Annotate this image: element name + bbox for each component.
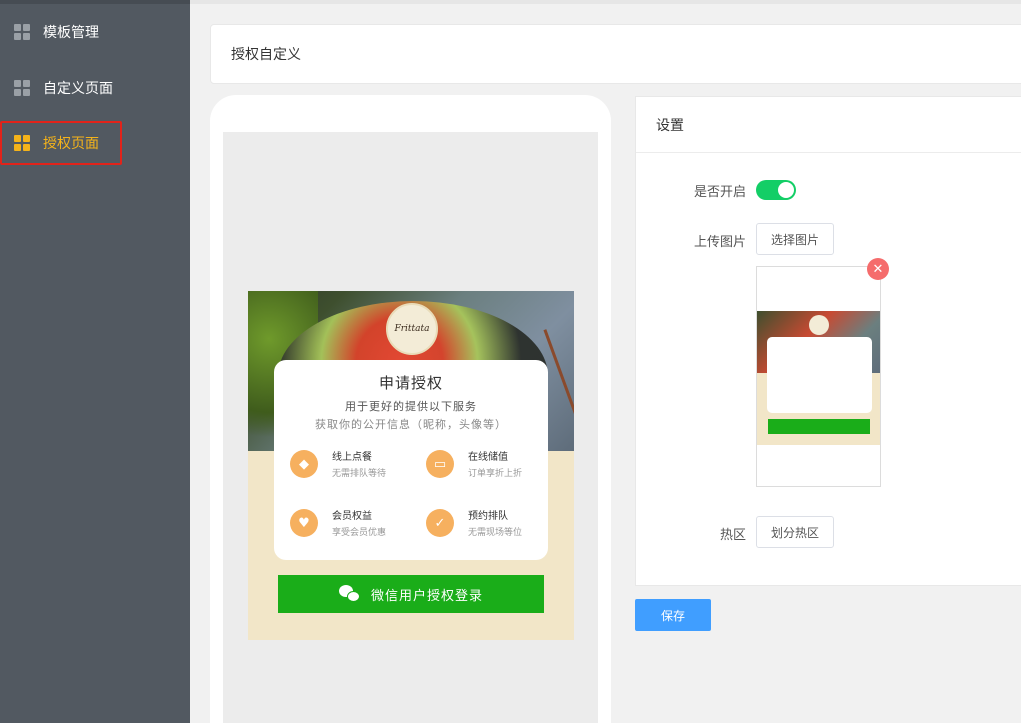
feature-desc: 订单享折上折 xyxy=(468,469,523,479)
brand-logo-text: Frittata xyxy=(394,324,430,334)
auth-card-title: 申请授权 xyxy=(378,374,443,392)
grid-icon xyxy=(14,24,30,40)
auth-poster-preview: Frittata 申请授权 用于更好的提供以下服务 获取你的公开信息（昵称，头像… xyxy=(248,291,574,640)
wechat-icon xyxy=(338,585,361,603)
feature-online-topup: ▭ 在线储值 订单享折上折 xyxy=(426,448,556,488)
remove-image-close-icon[interactable]: ✕ xyxy=(867,258,889,280)
feature-reservation: ✓ 预约排队 无需现场等位 xyxy=(426,507,556,547)
feature-title: 线上点餐 xyxy=(332,452,372,463)
thumbnail-logo xyxy=(809,315,829,335)
divide-hotzone-button[interactable]: 划分热区 xyxy=(756,516,835,548)
page-title: 授权自定义 xyxy=(231,47,301,63)
sidebar: 模板管理 自定义页面 授权页面 xyxy=(0,0,190,723)
feature-member-benefits: ♥ 会员权益 享受会员优惠 xyxy=(290,507,420,547)
thumbnail-wechat-button xyxy=(768,419,870,434)
sidebar-item-label: 授权页面 xyxy=(43,136,99,152)
sidebar-item-auth-page[interactable]: 授权页面 xyxy=(0,121,122,165)
uploaded-image-thumbnail xyxy=(756,266,881,487)
page-title-card: 授权自定义 xyxy=(210,24,1021,84)
grid-icon xyxy=(14,135,30,151)
top-strip xyxy=(190,0,1021,4)
grid-icon xyxy=(14,80,30,96)
sidebar-item-label: 自定义页面 xyxy=(43,81,113,97)
auth-card: 申请授权 用于更好的提供以下服务 获取你的公开信息（昵称，头像等） ◆ 线上点餐… xyxy=(274,360,548,560)
choose-image-button[interactable]: 选择图片 xyxy=(756,223,835,255)
feature-desc: 享受会员优惠 xyxy=(332,528,387,538)
brand-logo: Frittata xyxy=(386,303,438,355)
feature-online-order: ◆ 线上点餐 无需排队等待 xyxy=(290,448,420,488)
settings-panel: 设置 是否开启 上传图片 选择图片 ✕ 热区 划分热区 xyxy=(635,96,1021,586)
auth-card-desc: 获取你的公开信息（昵称，头像等） xyxy=(315,418,507,431)
feature-desc: 无需排队等待 xyxy=(332,469,387,479)
feature-title: 预约排队 xyxy=(468,511,508,522)
wechat-login-label: 微信用户授权登录 xyxy=(370,588,483,604)
thumbnail-poster xyxy=(757,311,880,445)
settings-header: 设置 xyxy=(636,97,1021,153)
enable-toggle[interactable] xyxy=(756,180,796,200)
upload-image-label: 上传图片 xyxy=(693,235,746,250)
dish-icon: ◆ xyxy=(290,450,318,478)
feature-title: 在线储值 xyxy=(468,452,508,463)
save-button[interactable]: 保存 xyxy=(635,599,711,631)
thumbnail-card xyxy=(767,337,872,413)
feature-title: 会员权益 xyxy=(332,511,372,522)
calendar-icon: ✓ xyxy=(426,509,454,537)
card-icon: ▭ xyxy=(426,450,454,478)
sidebar-top-strip xyxy=(0,0,190,4)
heart-icon: ♥ xyxy=(290,509,318,537)
wechat-login-button[interactable]: 微信用户授权登录 xyxy=(278,575,544,613)
sidebar-item-custom-pages[interactable]: 自定义页面 xyxy=(0,66,190,110)
sidebar-item-label: 模板管理 xyxy=(43,25,99,41)
enable-label: 是否开启 xyxy=(693,185,746,200)
feature-desc: 无需现场等位 xyxy=(468,528,523,538)
hotzone-label: 热区 xyxy=(719,528,746,543)
auth-card-subtitle: 用于更好的提供以下服务 xyxy=(345,400,477,413)
sidebar-item-template-management[interactable]: 模板管理 xyxy=(0,10,190,54)
